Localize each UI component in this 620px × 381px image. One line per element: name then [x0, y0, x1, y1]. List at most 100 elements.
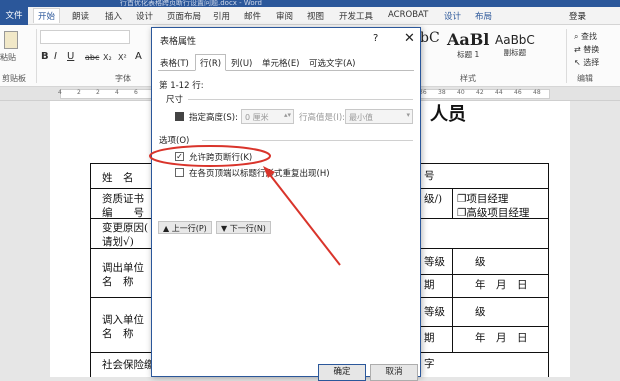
- tab-review[interactable]: 审阅: [276, 10, 293, 22]
- spinner-icon[interactable]: ▴▾: [284, 111, 291, 119]
- group-clipboard: 剪贴板: [2, 74, 26, 83]
- select-label: 选择: [583, 58, 600, 67]
- dialog-title: 表格属性: [160, 37, 197, 47]
- ribbon-separator: [36, 29, 37, 83]
- ruler-number: 44: [495, 89, 503, 96]
- ribbon-tabs: 文件 开始 朗读 插入 设计 页面布局 引用 邮件 审阅 视图 开发工具 ACR…: [0, 7, 620, 25]
- underline-button[interactable]: U: [67, 51, 74, 62]
- document-heading: 人员: [430, 104, 466, 125]
- close-icon[interactable]: ✕: [404, 31, 415, 46]
- ruler-number: 42: [476, 89, 484, 96]
- tab-view[interactable]: 视图: [307, 10, 324, 22]
- table-cell-label: 等级: [424, 306, 445, 318]
- repeat-header-checkbox[interactable]: [175, 168, 184, 177]
- tab-file[interactable]: 文件: [0, 7, 28, 25]
- specify-height-checkbox[interactable]: [175, 112, 184, 121]
- style-heading1-sample: AaBl: [447, 30, 490, 49]
- ruler-number: 2: [96, 89, 100, 96]
- ruler-number: 2: [77, 89, 81, 96]
- table-cell-label: 姓 名: [102, 172, 134, 184]
- table-cell-label: 资质证书: [102, 193, 144, 205]
- tab-references[interactable]: 引用: [213, 10, 230, 22]
- ruler-number: 40: [457, 89, 465, 96]
- style-subtitle[interactable]: AaBbC 副标题: [495, 30, 535, 58]
- height-input[interactable]: 0 厘米 ▴▾: [241, 109, 294, 124]
- tab-page-layout[interactable]: 页面布局: [167, 10, 201, 22]
- tab-table[interactable]: 表格(T): [160, 57, 189, 69]
- tab-table-design[interactable]: 设计: [444, 10, 461, 22]
- table-border: [548, 163, 549, 377]
- text-effects-button[interactable]: A: [135, 51, 142, 62]
- italic-button[interactable]: I: [54, 51, 57, 62]
- tab-cell[interactable]: 单元格(E): [262, 57, 300, 69]
- table-cell-value: 年 月 日: [475, 279, 528, 291]
- font-name-box[interactable]: [40, 30, 130, 44]
- table-cell-label: 字: [424, 358, 435, 370]
- table-cell-label: 调出单位: [102, 262, 144, 274]
- table-cell-value: ❐项目经理: [457, 193, 509, 205]
- tab-home[interactable]: 开始: [33, 8, 61, 23]
- paste-label[interactable]: 粘贴: [0, 52, 16, 63]
- options-section-divider: [202, 140, 413, 141]
- row-height-mode-value: 最小值: [349, 113, 373, 122]
- next-row-button[interactable]: ▼ 下一行(N): [216, 221, 271, 234]
- row-height-is-label: 行高值是(I):: [299, 113, 346, 123]
- dialog-tabs: 表格(T) 行(R) 列(U) 单元格(E) 可选文字(A): [158, 54, 414, 71]
- ruler-number: 4: [58, 89, 62, 96]
- specify-height-label: 指定高度(S):: [189, 113, 238, 123]
- table-cell-label: 变更原因(: [102, 222, 149, 234]
- ruler-number: 4: [115, 89, 119, 96]
- select-button[interactable]: ↖ 选择: [574, 57, 599, 68]
- table-cell-label: 期: [424, 332, 435, 344]
- tab-acrobat[interactable]: ACROBAT: [388, 10, 428, 20]
- bold-button[interactable]: B: [41, 51, 49, 62]
- table-cell-label: 名 称: [102, 328, 134, 340]
- replace-button[interactable]: ⇄ 替换: [574, 44, 599, 55]
- row-range-label: 第 1-12 行:: [159, 81, 204, 91]
- check-icon: ✓: [176, 152, 183, 161]
- allow-break-checkbox[interactable]: ✓: [175, 152, 184, 161]
- tab-alt-text[interactable]: 可选文字(A): [309, 57, 355, 69]
- tab-mailings[interactable]: 邮件: [244, 10, 261, 22]
- tab-row[interactable]: 行(R): [195, 54, 227, 71]
- group-editing: 编辑: [577, 74, 593, 83]
- ruler-number: 6: [134, 89, 138, 96]
- tab-design[interactable]: 设计: [136, 10, 153, 22]
- ruler-number: 48: [533, 89, 541, 96]
- style-heading1[interactable]: AaBl 标题 1: [447, 30, 489, 60]
- table-cell-label: 级/): [424, 193, 443, 205]
- style-subtitle-sample: AaBbC: [495, 33, 535, 47]
- table-cell-value: 年 月 日: [475, 332, 528, 344]
- repeat-header-label: 在各页顶端以标题行形式重复出现(H): [189, 169, 330, 179]
- table-cell-label: 期: [424, 279, 435, 291]
- style-normal[interactable]: bC: [420, 30, 440, 46]
- login-link[interactable]: 登录: [569, 10, 586, 22]
- find-button[interactable]: ⌕ 查找: [574, 31, 597, 42]
- find-label: 查找: [581, 32, 598, 41]
- table-cell-label: 社会保险缴: [102, 359, 155, 371]
- table-cell-value: 级: [475, 256, 486, 268]
- table-column-divider: [452, 248, 453, 352]
- tab-insert[interactable]: 插入: [105, 10, 122, 22]
- cancel-button[interactable]: 取消: [370, 364, 418, 381]
- ok-button[interactable]: 确定: [318, 364, 366, 381]
- ruler-number: 38: [438, 89, 446, 96]
- tab-developer[interactable]: 开发工具: [339, 10, 373, 22]
- strikethrough-button[interactable]: abc: [85, 53, 99, 62]
- tab-table-layout[interactable]: 布局: [475, 10, 492, 22]
- chevron-down-icon[interactable]: ▾: [406, 111, 410, 119]
- row-height-mode-select[interactable]: 最小值 ▾: [345, 109, 413, 124]
- previous-row-button[interactable]: ▲ 上一行(P): [158, 221, 212, 234]
- group-styles: 样式: [460, 74, 476, 83]
- table-column-divider: [452, 188, 453, 218]
- table-cell-label: 号: [424, 170, 435, 182]
- paste-icon[interactable]: [4, 31, 18, 49]
- tab-column[interactable]: 列(U): [231, 57, 252, 69]
- superscript-button[interactable]: X²: [118, 53, 127, 62]
- help-button[interactable]: ?: [373, 33, 378, 44]
- subscript-button[interactable]: X₂: [103, 53, 112, 62]
- tab-read-aloud[interactable]: 朗读: [72, 10, 89, 22]
- table-cell-label: 名 称: [102, 276, 134, 288]
- size-section-divider: [188, 99, 413, 100]
- table-cell-label: 调入单位: [102, 314, 144, 326]
